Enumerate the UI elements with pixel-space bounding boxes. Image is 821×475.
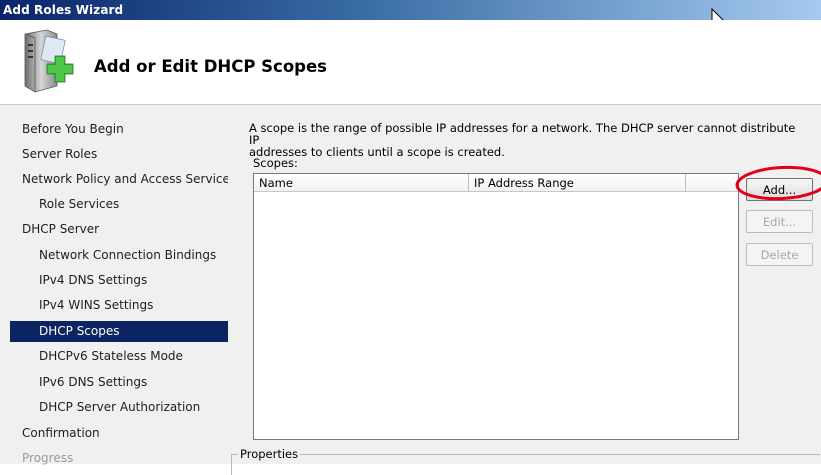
column-header-extra[interactable] [686, 174, 738, 192]
scope-description: A scope is the range of possible IP addr… [249, 122, 809, 158]
step-confirmation[interactable]: Confirmation [22, 423, 100, 444]
step-network-connection-bindings[interactable]: Network Connection Bindings [39, 245, 216, 266]
step-network-policy-and-access-services[interactable]: Network Policy and Access Services [22, 169, 236, 190]
step-before-you-begin[interactable]: Before You Begin [22, 119, 124, 140]
step-ipv4-dns-settings[interactable]: IPv4 DNS Settings [39, 270, 147, 291]
step-progress: Progress [22, 451, 74, 465]
step-ipv4-wins-settings[interactable]: IPv4 WINS Settings [39, 295, 153, 316]
step-dhcp-scopes[interactable]: DHCP Scopes [10, 321, 229, 342]
properties-label: Properties [238, 447, 301, 461]
edit-button[interactable]: Edit... [746, 210, 813, 233]
scopes-label: Scopes: [253, 156, 298, 170]
step-ipv6-dns-settings[interactable]: IPv6 DNS Settings [39, 372, 147, 393]
scopes-list[interactable]: Name IP Address Range [253, 173, 739, 440]
description-line-2: addresses to clients until a scope is cr… [249, 145, 505, 159]
column-header-ip-address-range[interactable]: IP Address Range [469, 174, 686, 192]
server-add-icon [24, 29, 74, 93]
main-panel: A scope is the range of possible IP addr… [228, 105, 821, 475]
title-bar: Add Roles Wizard [0, 0, 821, 20]
wizard-header: Add or Edit DHCP Scopes [0, 20, 821, 105]
window-title: Add Roles Wizard [3, 3, 124, 17]
add-button[interactable]: Add... [746, 178, 813, 201]
column-header-name[interactable]: Name [254, 174, 469, 192]
description-line-1: A scope is the range of possible IP addr… [249, 121, 796, 147]
delete-button[interactable]: Delete [746, 243, 813, 266]
step-dhcp-server[interactable]: DHCP Server [22, 219, 99, 240]
step-dhcp-server-authorization[interactable]: DHCP Server Authorization [39, 397, 200, 418]
step-dhcpv6-stateless-mode[interactable]: DHCPv6 Stateless Mode [39, 346, 183, 367]
page-title: Add or Edit DHCP Scopes [94, 57, 327, 76]
step-server-roles[interactable]: Server Roles [22, 144, 97, 165]
wizard-step-list: Before You Begin Server Roles Network Po… [0, 105, 236, 465]
step-role-services[interactable]: Role Services [39, 194, 119, 215]
properties-group: Properties [231, 447, 820, 475]
